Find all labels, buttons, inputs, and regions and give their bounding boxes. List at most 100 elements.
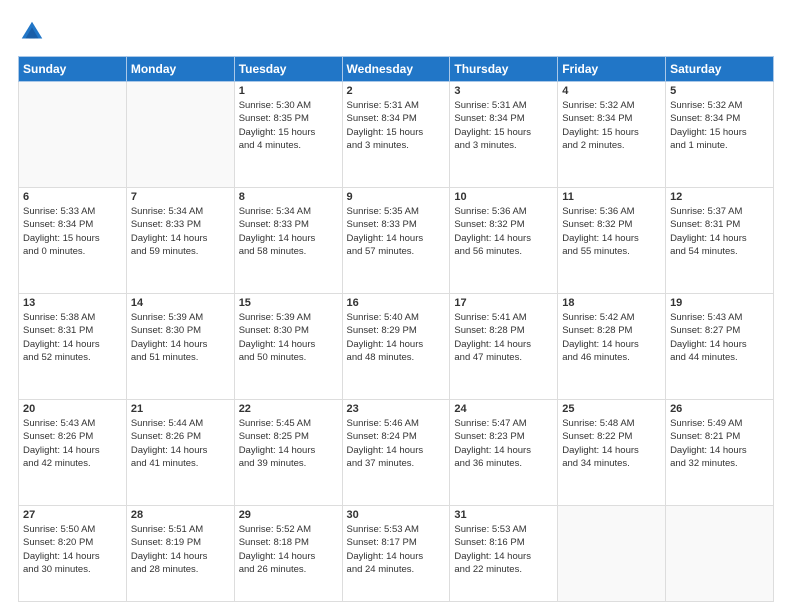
day-detail: Sunrise: 5:43 AM Sunset: 8:26 PM Dayligh…: [23, 417, 122, 470]
day-detail: Sunrise: 5:45 AM Sunset: 8:25 PM Dayligh…: [239, 417, 338, 470]
day-detail: Sunrise: 5:30 AM Sunset: 8:35 PM Dayligh…: [239, 99, 338, 152]
calendar-cell: 2Sunrise: 5:31 AM Sunset: 8:34 PM Daylig…: [342, 82, 450, 188]
calendar-cell: 1 Sunrise: 5:30 AM Sunset: 8:35 PM Daylig…: [234, 82, 342, 188]
day-number: 14: [131, 297, 230, 309]
day-detail: Sunrise: 5:40 AM Sunset: 8:29 PM Dayligh…: [347, 311, 446, 364]
calendar-cell: [666, 506, 774, 602]
day-number: 27: [23, 509, 122, 521]
day-number: 6: [23, 191, 122, 203]
calendar-table: SundayMondayTuesdayWednesdayThursdayFrid…: [18, 56, 774, 602]
day-number: 29: [239, 509, 338, 521]
calendar-cell: 11 Sunrise: 5:36 AM Sunset: 8:32 PM Dayli…: [558, 188, 666, 294]
day-detail: Sunrise: 5:47 AM Sunset: 8:23 PM Dayligh…: [454, 417, 553, 470]
calendar-header-monday: Monday: [126, 57, 234, 82]
calendar-week-row: 6 Sunrise: 5:33 AM Sunset: 8:34 PM Daylig…: [19, 188, 774, 294]
calendar-cell: 24 Sunrise: 5:47 AM Sunset: 8:23 PM Dayli…: [450, 400, 558, 506]
calendar-cell: 8Sunrise: 5:34 AM Sunset: 8:33 PM Daylig…: [234, 188, 342, 294]
day-detail: Sunrise: 5:33 AM Sunset: 8:34 PM Dayligh…: [23, 205, 122, 258]
day-detail: Sunrise: 5:36 AM Sunset: 8:32 PM Dayligh…: [562, 205, 661, 258]
day-detail: Sunrise: 5:48 AM Sunset: 8:22 PM Dayligh…: [562, 417, 661, 470]
calendar-cell: 21 Sunrise: 5:44 AM Sunset: 8:26 PM Dayli…: [126, 400, 234, 506]
day-detail: Sunrise: 5:38 AM Sunset: 8:31 PM Dayligh…: [23, 311, 122, 364]
logo-icon: [18, 18, 46, 46]
calendar-header-sunday: Sunday: [19, 57, 127, 82]
day-detail: Sunrise: 5:44 AM Sunset: 8:26 PM Dayligh…: [131, 417, 230, 470]
calendar-week-row: 13 Sunrise: 5:38 AM Sunset: 8:31 PM Dayli…: [19, 294, 774, 400]
day-number: 15: [239, 297, 338, 309]
day-detail: Sunrise: 5:53 AM Sunset: 8:17 PM Dayligh…: [347, 523, 446, 576]
day-detail: Sunrise: 5:32 AM Sunset: 8:34 PM Dayligh…: [670, 99, 769, 152]
calendar-cell: 9 Sunrise: 5:35 AM Sunset: 8:33 PM Daylig…: [342, 188, 450, 294]
page: SundayMondayTuesdayWednesdayThursdayFrid…: [0, 0, 792, 612]
day-detail: Sunrise: 5:31 AM Sunset: 8:34 PM Dayligh…: [454, 99, 553, 152]
day-number: 9: [347, 191, 446, 203]
day-detail: Sunrise: 5:49 AM Sunset: 8:21 PM Dayligh…: [670, 417, 769, 470]
day-detail: Sunrise: 5:32 AM Sunset: 8:34 PM Dayligh…: [562, 99, 661, 152]
calendar-cell: [126, 82, 234, 188]
day-number: 31: [454, 509, 553, 521]
calendar-cell: 13 Sunrise: 5:38 AM Sunset: 8:31 PM Dayli…: [19, 294, 127, 400]
calendar-cell: 15Sunrise: 5:39 AM Sunset: 8:30 PM Dayli…: [234, 294, 342, 400]
calendar-cell: 5 Sunrise: 5:32 AM Sunset: 8:34 PM Daylig…: [666, 82, 774, 188]
calendar-cell: 25 Sunrise: 5:48 AM Sunset: 8:22 PM Dayli…: [558, 400, 666, 506]
day-detail: Sunrise: 5:53 AM Sunset: 8:16 PM Dayligh…: [454, 523, 553, 576]
day-number: 24: [454, 403, 553, 415]
day-detail: Sunrise: 5:35 AM Sunset: 8:33 PM Dayligh…: [347, 205, 446, 258]
day-detail: Sunrise: 5:41 AM Sunset: 8:28 PM Dayligh…: [454, 311, 553, 364]
calendar-header-wednesday: Wednesday: [342, 57, 450, 82]
calendar-cell: 22 Sunrise: 5:45 AM Sunset: 8:25 PM Dayli…: [234, 400, 342, 506]
day-number: 16: [347, 297, 446, 309]
calendar-header-saturday: Saturday: [666, 57, 774, 82]
day-detail: Sunrise: 5:50 AM Sunset: 8:20 PM Dayligh…: [23, 523, 122, 576]
logo: [18, 18, 50, 46]
day-number: 1: [239, 85, 338, 97]
day-number: 26: [670, 403, 769, 415]
day-number: 21: [131, 403, 230, 415]
calendar-cell: 19Sunrise: 5:43 AM Sunset: 8:27 PM Dayli…: [666, 294, 774, 400]
calendar-header-friday: Friday: [558, 57, 666, 82]
day-number: 2: [347, 85, 446, 97]
day-number: 25: [562, 403, 661, 415]
calendar-cell: 12 Sunrise: 5:37 AM Sunset: 8:31 PM Dayli…: [666, 188, 774, 294]
day-number: 17: [454, 297, 553, 309]
calendar-header-row: SundayMondayTuesdayWednesdayThursdayFrid…: [19, 57, 774, 82]
day-number: 3: [454, 85, 553, 97]
day-detail: Sunrise: 5:46 AM Sunset: 8:24 PM Dayligh…: [347, 417, 446, 470]
calendar-cell: 26 Sunrise: 5:49 AM Sunset: 8:21 PM Dayli…: [666, 400, 774, 506]
day-detail: Sunrise: 5:43 AM Sunset: 8:27 PM Dayligh…: [670, 311, 769, 364]
calendar-header-thursday: Thursday: [450, 57, 558, 82]
day-number: 20: [23, 403, 122, 415]
calendar-week-row: 1 Sunrise: 5:30 AM Sunset: 8:35 PM Daylig…: [19, 82, 774, 188]
day-detail: Sunrise: 5:51 AM Sunset: 8:19 PM Dayligh…: [131, 523, 230, 576]
day-number: 5: [670, 85, 769, 97]
day-number: 7: [131, 191, 230, 203]
calendar-cell: 18Sunrise: 5:42 AM Sunset: 8:28 PM Dayli…: [558, 294, 666, 400]
calendar-cell: 4Sunrise: 5:32 AM Sunset: 8:34 PM Daylig…: [558, 82, 666, 188]
day-detail: Sunrise: 5:34 AM Sunset: 8:33 PM Dayligh…: [239, 205, 338, 258]
calendar-cell: [558, 506, 666, 602]
day-detail: Sunrise: 5:34 AM Sunset: 8:33 PM Dayligh…: [131, 205, 230, 258]
calendar-cell: 6 Sunrise: 5:33 AM Sunset: 8:34 PM Daylig…: [19, 188, 127, 294]
day-detail: Sunrise: 5:42 AM Sunset: 8:28 PM Dayligh…: [562, 311, 661, 364]
day-detail: Sunrise: 5:36 AM Sunset: 8:32 PM Dayligh…: [454, 205, 553, 258]
calendar-cell: 3 Sunrise: 5:31 AM Sunset: 8:34 PM Daylig…: [450, 82, 558, 188]
calendar-cell: 31 Sunrise: 5:53 AM Sunset: 8:16 PM Dayli…: [450, 506, 558, 602]
calendar-cell: 27 Sunrise: 5:50 AM Sunset: 8:20 PM Dayli…: [19, 506, 127, 602]
day-number: 13: [23, 297, 122, 309]
calendar-header-tuesday: Tuesday: [234, 57, 342, 82]
header: [18, 18, 774, 46]
day-number: 10: [454, 191, 553, 203]
day-number: 22: [239, 403, 338, 415]
day-detail: Sunrise: 5:39 AM Sunset: 8:30 PM Dayligh…: [131, 311, 230, 364]
calendar-week-row: 20 Sunrise: 5:43 AM Sunset: 8:26 PM Dayli…: [19, 400, 774, 506]
calendar-cell: 10 Sunrise: 5:36 AM Sunset: 8:32 PM Dayli…: [450, 188, 558, 294]
day-detail: Sunrise: 5:52 AM Sunset: 8:18 PM Dayligh…: [239, 523, 338, 576]
day-number: 28: [131, 509, 230, 521]
calendar-cell: 29 Sunrise: 5:52 AM Sunset: 8:18 PM Dayli…: [234, 506, 342, 602]
day-detail: Sunrise: 5:37 AM Sunset: 8:31 PM Dayligh…: [670, 205, 769, 258]
day-number: 30: [347, 509, 446, 521]
calendar-week-row: 27 Sunrise: 5:50 AM Sunset: 8:20 PM Dayli…: [19, 506, 774, 602]
day-number: 12: [670, 191, 769, 203]
day-number: 11: [562, 191, 661, 203]
calendar-cell: 23Sunrise: 5:46 AM Sunset: 8:24 PM Dayli…: [342, 400, 450, 506]
